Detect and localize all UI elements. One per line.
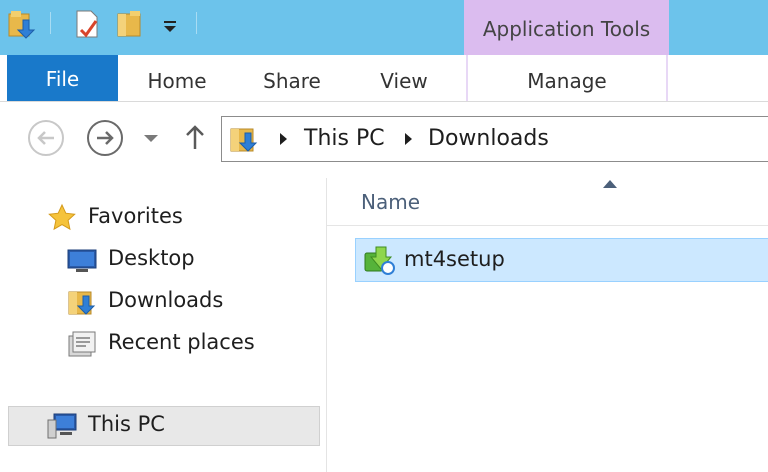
- back-button[interactable]: [26, 118, 66, 158]
- breadcrumb-chevron-icon[interactable]: [403, 132, 413, 146]
- application-tools-group: Application Tools: [464, 0, 669, 55]
- nav-label-this-pc: This PC: [88, 412, 165, 436]
- downloads-folder-icon: [68, 291, 96, 315]
- toolbar-separator: [50, 12, 51, 34]
- breadcrumb-downloads[interactable]: Downloads: [428, 126, 549, 151]
- ribbon-divider: [0, 101, 768, 102]
- navigation-pane: Favorites Desktop Downloads Recent place…: [0, 180, 325, 472]
- title-bar: Application Tools: [0, 0, 768, 55]
- toolbar-separator: [196, 12, 197, 34]
- nav-label-favorites: Favorites: [88, 204, 183, 228]
- nav-label-downloads: Downloads: [108, 288, 224, 312]
- star-icon: [48, 203, 76, 231]
- tab-file[interactable]: File: [7, 55, 118, 102]
- address-bar[interactable]: This PC Downloads: [221, 116, 768, 162]
- tab-share[interactable]: Share: [240, 55, 344, 102]
- file-name: mt4setup: [404, 247, 505, 271]
- tab-view[interactable]: View: [355, 55, 453, 102]
- recent-locations-dropdown-icon[interactable]: [140, 118, 162, 158]
- installer-icon: [364, 246, 395, 275]
- tab-manage[interactable]: Manage: [466, 55, 668, 102]
- header-divider: [327, 225, 768, 226]
- folder-download-icon[interactable]: [6, 8, 36, 40]
- recent-places-icon: [68, 331, 96, 357]
- ribbon-tab-bar: File Home Share View Manage: [0, 55, 768, 102]
- downloads-folder-icon: [230, 128, 258, 152]
- file-item-selected[interactable]: mt4setup: [355, 238, 768, 282]
- properties-icon[interactable]: [72, 8, 102, 40]
- customize-toolbar-dropdown-icon[interactable]: [159, 16, 181, 36]
- desktop-icon: [67, 249, 97, 272]
- new-folder-icon[interactable]: [114, 8, 144, 40]
- breadcrumb-this-pc[interactable]: This PC: [304, 126, 385, 151]
- tab-home[interactable]: Home: [124, 55, 230, 102]
- up-arrow-icon[interactable]: [180, 118, 210, 158]
- breadcrumb-chevron-icon[interactable]: [278, 132, 288, 146]
- sort-ascending-icon: [603, 180, 617, 188]
- computer-icon: [47, 413, 77, 439]
- column-header-name[interactable]: Name: [361, 190, 420, 214]
- nav-label-recent-places: Recent places: [108, 330, 255, 354]
- forward-button[interactable]: [85, 118, 125, 158]
- nav-label-desktop: Desktop: [108, 246, 195, 270]
- file-list: Name mt4setup: [326, 178, 768, 472]
